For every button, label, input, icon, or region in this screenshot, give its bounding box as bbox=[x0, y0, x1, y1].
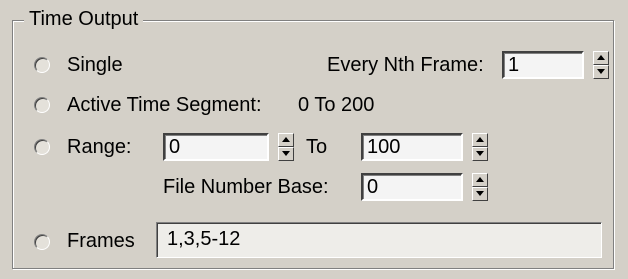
range-to-label: To bbox=[306, 136, 328, 158]
down-arrow-icon bbox=[597, 69, 605, 74]
spinner-down-arrow[interactable] bbox=[278, 147, 294, 161]
group-title: Time Output bbox=[24, 6, 144, 32]
range-label[interactable]: Range: bbox=[67, 134, 132, 160]
range-from-input[interactable]: 0 bbox=[163, 133, 269, 161]
up-arrow-icon bbox=[597, 55, 605, 60]
range-to-input[interactable]: 100 bbox=[361, 133, 463, 161]
file-number-base-spinner[interactable] bbox=[472, 173, 488, 201]
up-arrow-icon bbox=[476, 137, 484, 142]
up-arrow-icon bbox=[282, 137, 290, 142]
file-number-base-label: File Number Base: bbox=[163, 176, 329, 198]
spinner-down-arrow[interactable] bbox=[472, 147, 488, 161]
frames-label[interactable]: Frames bbox=[67, 228, 135, 254]
active-time-segment-value: 0 To 200 bbox=[298, 94, 375, 116]
down-arrow-icon bbox=[476, 151, 484, 156]
spinner-up-arrow[interactable] bbox=[472, 173, 488, 187]
range-from-spinner[interactable] bbox=[278, 133, 294, 161]
frames-radio[interactable] bbox=[34, 234, 50, 250]
spinner-up-arrow[interactable] bbox=[593, 51, 609, 65]
active-time-segment-radio[interactable] bbox=[34, 97, 50, 113]
active-time-segment-label[interactable]: Active Time Segment: bbox=[67, 92, 262, 118]
spinner-up-arrow[interactable] bbox=[472, 133, 488, 147]
spinner-up-arrow[interactable] bbox=[278, 133, 294, 147]
file-number-base-input[interactable]: 0 bbox=[361, 173, 463, 201]
up-arrow-icon bbox=[476, 177, 484, 182]
down-arrow-icon bbox=[476, 191, 484, 196]
single-radio[interactable] bbox=[34, 57, 50, 73]
frames-input[interactable]: 1,3,5-12 bbox=[156, 222, 602, 258]
every-nth-frame-input[interactable]: 1 bbox=[502, 51, 584, 79]
down-arrow-icon bbox=[282, 151, 290, 156]
single-label[interactable]: Single bbox=[67, 52, 123, 78]
spinner-down-arrow[interactable] bbox=[593, 65, 609, 79]
range-radio[interactable] bbox=[34, 139, 50, 155]
spinner-down-arrow[interactable] bbox=[472, 187, 488, 201]
range-to-spinner[interactable] bbox=[472, 133, 488, 161]
every-nth-frame-spinner[interactable] bbox=[593, 51, 609, 79]
every-nth-frame-label: Every Nth Frame: bbox=[327, 54, 484, 76]
